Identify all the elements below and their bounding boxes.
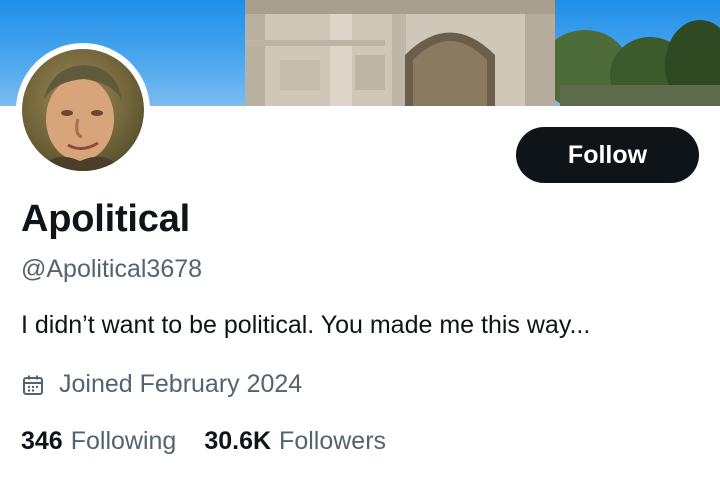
following-label: Following: [70, 427, 177, 455]
avatar[interactable]: [16, 43, 150, 177]
following-link[interactable]: 346 Following: [21, 427, 176, 456]
profile-bio: I didn’t want to be political. You made …: [21, 311, 591, 339]
profile-stats: 346 Following 30.6K Followers: [21, 427, 414, 456]
followers-count: 30.6K: [204, 427, 272, 455]
avatar-image: [22, 49, 144, 171]
following-count: 346: [21, 427, 63, 455]
user-handle: @Apolitical3678: [21, 255, 203, 283]
follow-button[interactable]: Follow: [516, 127, 699, 183]
joined-date: Joined February 2024: [21, 370, 302, 399]
calendar-icon: [21, 372, 47, 398]
display-name: Apolitical: [21, 198, 191, 240]
followers-label: Followers: [279, 427, 387, 455]
followers-link[interactable]: 30.6K Followers: [204, 427, 386, 456]
joined-text: Joined February 2024: [59, 370, 303, 398]
